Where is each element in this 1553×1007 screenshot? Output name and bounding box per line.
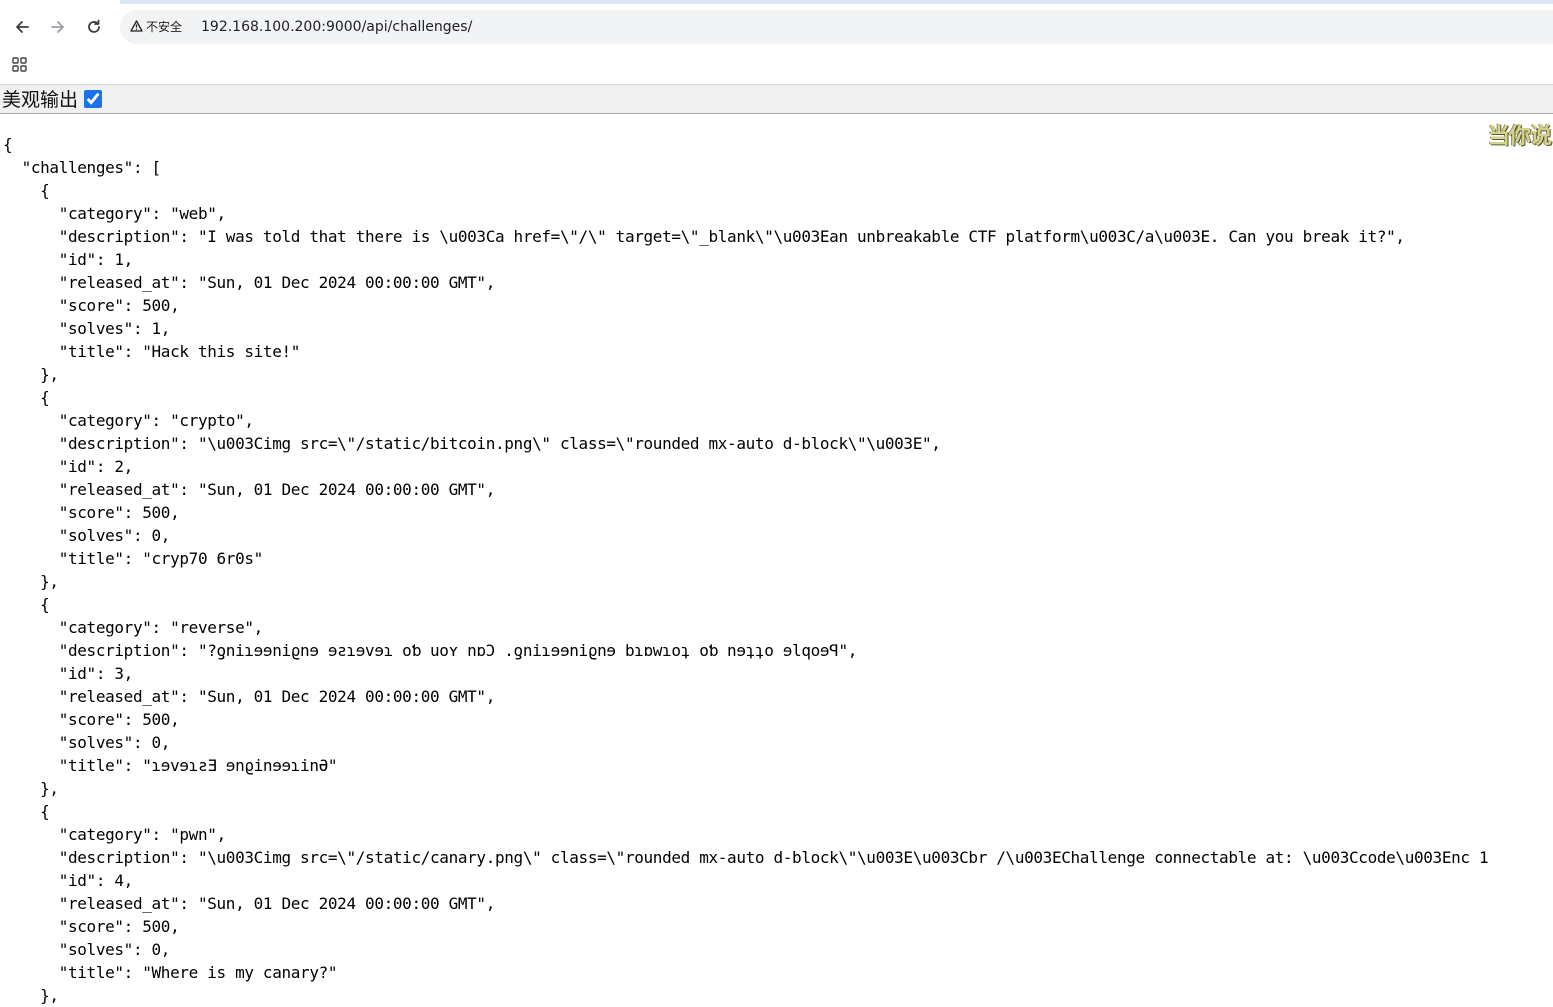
pretty-print-checkbox[interactable] bbox=[84, 90, 102, 108]
warning-triangle-icon bbox=[130, 20, 143, 32]
json-line: }, bbox=[3, 572, 59, 591]
json-line: "description": "\u003Cimg src=\"/static/… bbox=[3, 848, 1489, 867]
security-label: 不安全 bbox=[146, 20, 183, 34]
json-line: "score": 500, bbox=[3, 710, 180, 729]
json-line: "id": 4, bbox=[3, 871, 134, 890]
forward-button[interactable] bbox=[45, 14, 71, 40]
json-line: { bbox=[3, 135, 13, 154]
json-line: "released_at": "Sun, 01 Dec 2024 00:00:0… bbox=[3, 480, 496, 499]
json-line: "title": "Hack this site!" bbox=[3, 342, 301, 361]
arrow-right-icon bbox=[51, 21, 64, 33]
json-line: "category": "reverse", bbox=[3, 618, 264, 637]
json-line: "description": "?ƍniɿɘɘniϱnɘ ɘƨɿɘvɘɿ oƅ … bbox=[3, 641, 858, 660]
json-line: "solves": 0, bbox=[3, 526, 171, 545]
back-button[interactable] bbox=[9, 14, 35, 40]
json-line: }, bbox=[3, 365, 59, 384]
json-line: "title": "ɿɘvɘɿƨƎ ɘnϱinɘɘɿinƏ" bbox=[3, 756, 338, 775]
tab-strip-edge bbox=[120, 0, 1553, 4]
json-line: }, bbox=[3, 986, 59, 1005]
reload-icon bbox=[88, 19, 100, 33]
json-line: "title": "Where is my canary?" bbox=[3, 963, 338, 982]
json-line: "id": 2, bbox=[3, 457, 134, 476]
pretty-print-label: 美观输出 bbox=[2, 89, 79, 111]
json-line: { bbox=[3, 802, 50, 821]
url-text[interactable]: 192.168.100.200:9000/api/challenges/ bbox=[201, 17, 472, 37]
apps-grid-icon[interactable] bbox=[12, 57, 28, 73]
address-bar[interactable]: 不安全 192.168.100.200:9000/api/challenges/ bbox=[120, 10, 1553, 44]
json-line: "solves": 0, bbox=[3, 940, 171, 959]
json-line: "description": "I was told that there is… bbox=[3, 227, 1405, 246]
json-line: "challenges": [ bbox=[3, 158, 162, 177]
json-line: "id": 1, bbox=[3, 250, 134, 269]
json-line: "description": "\u003Cimg src=\"/static/… bbox=[3, 434, 941, 453]
bookmarks-bar bbox=[0, 52, 1553, 84]
json-line: { bbox=[3, 595, 50, 614]
json-line: { bbox=[3, 181, 50, 200]
reload-button[interactable] bbox=[81, 14, 107, 40]
json-line: "score": 500, bbox=[3, 503, 180, 522]
json-line: "title": "cryp70 6r0s" bbox=[3, 549, 264, 568]
pretty-print-bar: 美观输出 bbox=[0, 84, 1553, 114]
json-line: "id": 3, bbox=[3, 664, 134, 683]
json-line: "released_at": "Sun, 01 Dec 2024 00:00:0… bbox=[3, 894, 496, 913]
json-line: "score": 500, bbox=[3, 296, 180, 315]
json-line: "category": "crypto", bbox=[3, 411, 254, 430]
security-indicator[interactable]: 不安全 bbox=[130, 17, 182, 37]
json-line: { bbox=[3, 388, 50, 407]
json-line: "score": 500, bbox=[3, 917, 180, 936]
extension-badge[interactable]: 当你说 bbox=[1488, 118, 1552, 150]
json-line: }, bbox=[3, 779, 59, 798]
json-line: "solves": 0, bbox=[3, 733, 171, 752]
json-line: "category": "web", bbox=[3, 204, 226, 223]
json-line: "category": "pwn", bbox=[3, 825, 226, 844]
json-body: { "challenges": [ { "category": "web", "… bbox=[3, 133, 1489, 1007]
browser-toolbar: 不安全 192.168.100.200:9000/api/challenges/ bbox=[0, 0, 1553, 52]
json-line: "released_at": "Sun, 01 Dec 2024 00:00:0… bbox=[3, 273, 496, 292]
json-line: "solves": 1, bbox=[3, 319, 171, 338]
json-line: "released_at": "Sun, 01 Dec 2024 00:00:0… bbox=[3, 687, 496, 706]
arrow-left-icon bbox=[16, 21, 29, 33]
